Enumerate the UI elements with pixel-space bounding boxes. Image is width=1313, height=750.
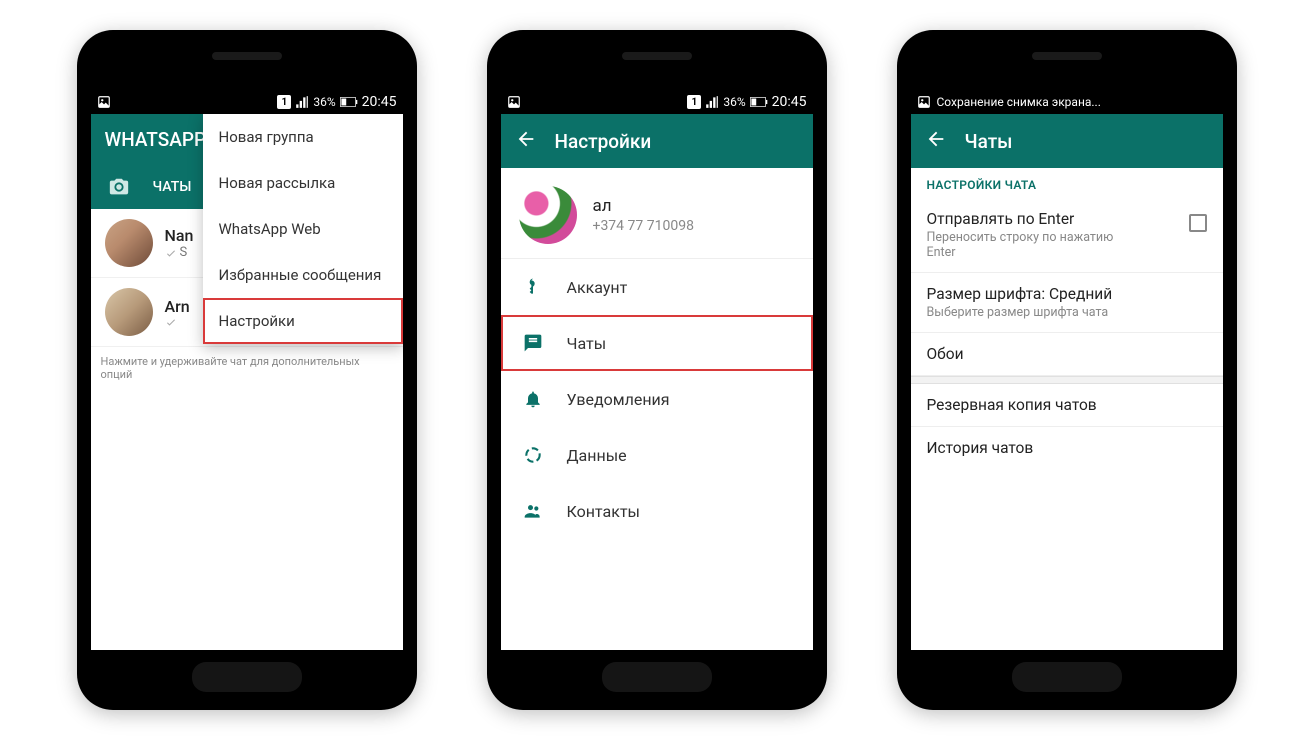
contacts-icon — [521, 501, 545, 521]
signal-icon — [295, 95, 309, 109]
pref-title: Обои — [927, 345, 964, 363]
menu-new-broadcast[interactable]: Новая рассылка — [203, 160, 403, 206]
status-bar: Сохранение снимка экрана... — [911, 90, 1223, 114]
settings-label: Данные — [567, 446, 627, 465]
screen-1: 1 36% 20:45 WHATSAPP ЧАТЫ Nan S — [91, 90, 403, 650]
pref-wallpaper[interactable]: Обои — [911, 333, 1223, 376]
pref-title: Резервная копия чатов — [927, 396, 1097, 414]
battery-text: 36% — [723, 95, 745, 109]
long-press-hint: Нажмите и удерживайте чат для дополнител… — [91, 347, 403, 389]
image-icon — [97, 95, 111, 109]
image-icon — [507, 95, 521, 109]
back-button[interactable] — [515, 128, 537, 154]
pref-title: Размер шрифта: Средний — [927, 285, 1113, 303]
pref-subtitle: Выберите размер шрифта чата — [927, 305, 1113, 320]
check-icon — [165, 316, 177, 328]
settings-label: Контакты — [567, 502, 640, 521]
chat-name: Arn — [165, 297, 190, 316]
profile-row[interactable]: ал +374 77 710098 — [501, 168, 813, 259]
screen-3: Сохранение снимка экрана... Чаты НАСТРОЙ… — [911, 90, 1223, 650]
menu-settings[interactable]: Настройки — [203, 298, 403, 344]
tab-chats[interactable]: ЧАТЫ — [139, 165, 206, 209]
pref-font-size[interactable]: Размер шрифта: Средний Выберите размер ш… — [911, 273, 1223, 333]
section-header: НАСТРОЙКИ ЧАТА — [911, 168, 1223, 198]
pref-history[interactable]: История чатов — [911, 427, 1223, 469]
data-icon — [521, 445, 545, 465]
status-bar: 1 36% 20:45 — [501, 90, 813, 114]
check-icon — [165, 247, 177, 259]
chat-icon — [521, 333, 545, 353]
phone-frame-3: Сохранение снимка экрана... Чаты НАСТРОЙ… — [897, 30, 1237, 710]
avatar — [105, 219, 153, 267]
settings-notifications[interactable]: Уведомления — [501, 371, 813, 427]
settings-chats[interactable]: Чаты — [501, 315, 813, 371]
menu-starred[interactable]: Избранные сообщения — [203, 252, 403, 298]
avatar — [105, 288, 153, 336]
page-title: Настройки — [555, 130, 652, 153]
app-bar: Настройки — [501, 114, 813, 168]
app-title: WHATSAPP — [105, 128, 207, 151]
section-divider — [911, 376, 1223, 384]
page-title: Чаты — [965, 130, 1013, 153]
image-icon — [917, 95, 931, 109]
settings-contacts[interactable]: Контакты — [501, 483, 813, 539]
status-bar: 1 36% 20:45 — [91, 90, 403, 114]
screenshot-toast: Сохранение снимка экрана... — [937, 95, 1217, 109]
pref-enter-send[interactable]: Отправлять по Enter Переносить строку по… — [911, 198, 1223, 273]
signal-icon — [705, 95, 719, 109]
chat-name: Nan — [165, 226, 194, 245]
battery-icon — [750, 97, 768, 107]
pref-title: Отправлять по Enter — [927, 210, 1127, 228]
battery-icon — [340, 97, 358, 107]
back-button[interactable] — [925, 128, 947, 154]
settings-label: Чаты — [567, 334, 607, 353]
phone-frame-2: 1 36% 20:45 Настройки ал +374 77 710098 — [487, 30, 827, 710]
settings-data[interactable]: Данные — [501, 427, 813, 483]
sim-indicator: 1 — [687, 95, 701, 109]
pref-subtitle: Переносить строку по нажатию Enter — [927, 230, 1127, 260]
pref-title: История чатов — [927, 439, 1034, 457]
settings-label: Аккаунт — [567, 278, 628, 297]
pref-backup[interactable]: Резервная копия чатов — [911, 384, 1223, 427]
chat-sub-text: S — [180, 245, 188, 260]
menu-new-group[interactable]: Новая группа — [203, 114, 403, 160]
battery-text: 36% — [313, 95, 335, 109]
screen-2: 1 36% 20:45 Настройки ал +374 77 710098 — [501, 90, 813, 650]
checkbox[interactable] — [1189, 214, 1207, 232]
sim-indicator: 1 — [277, 95, 291, 109]
status-time: 20:45 — [362, 94, 397, 110]
key-icon — [521, 277, 545, 297]
camera-icon[interactable] — [99, 176, 139, 198]
settings-label: Уведомления — [567, 390, 670, 409]
profile-name: ал — [593, 196, 694, 216]
phone-frame-1: 1 36% 20:45 WHATSAPP ЧАТЫ Nan S — [77, 30, 417, 710]
bell-icon — [521, 389, 545, 409]
settings-account[interactable]: Аккаунт — [501, 259, 813, 315]
avatar — [519, 186, 577, 244]
overflow-menu: Новая группа Новая рассылка WhatsApp Web… — [203, 114, 403, 344]
status-time: 20:45 — [772, 94, 807, 110]
menu-whatsapp-web[interactable]: WhatsApp Web — [203, 206, 403, 252]
profile-phone: +374 77 710098 — [593, 218, 694, 234]
app-bar: Чаты — [911, 114, 1223, 168]
